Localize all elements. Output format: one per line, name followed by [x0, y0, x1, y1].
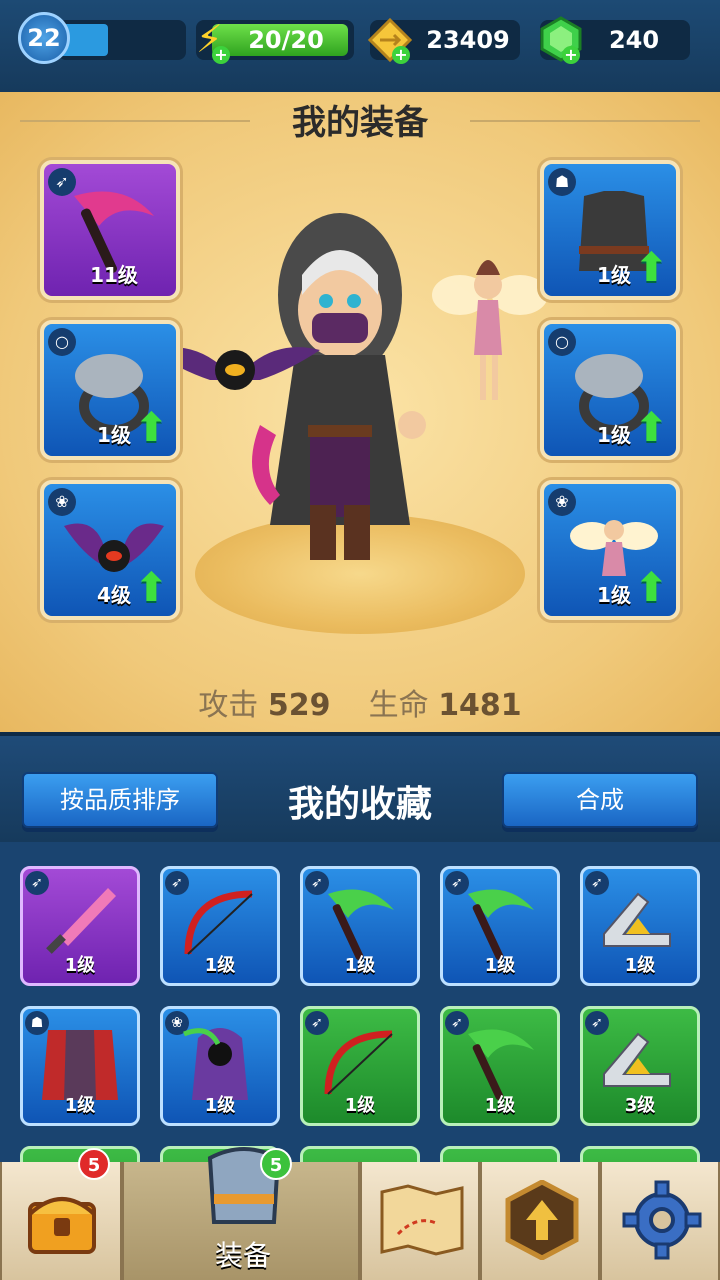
collection-item[interactable]: ➶ 1级: [440, 866, 560, 986]
item-level: 1级: [64, 955, 96, 976]
item-level: 1级: [344, 1095, 376, 1116]
item-level: 1级: [204, 955, 236, 976]
equip-slot-ring-2[interactable]: ○ 1级 ⬆: [540, 320, 680, 460]
slot-level: 11级: [90, 263, 138, 287]
gold-add-icon[interactable]: +: [392, 46, 410, 64]
equip-slot-ring-1[interactable]: ○ 1级 ⬆: [40, 320, 180, 460]
attack-value: 529: [267, 688, 331, 723]
top-status-bar: 22 20/20 ⚡ + 23409 + 240 +: [0, 0, 720, 92]
chest-icon: [26, 1184, 98, 1256]
equip-slot-weapon[interactable]: ➶ 11级: [40, 160, 180, 300]
map-icon: [378, 1184, 466, 1256]
upgrade-arrow-icon: ⬆: [634, 565, 668, 611]
collection-item[interactable]: ➶ 1级: [300, 866, 420, 986]
upgrade-arrow-icon: ⬆: [134, 405, 168, 451]
item-level: 1级: [344, 955, 376, 976]
gem-add-icon[interactable]: +: [562, 46, 580, 64]
chest-badge: 5: [78, 1148, 110, 1180]
nav-upgrade[interactable]: [480, 1162, 600, 1280]
collection-item[interactable]: ➶ 1级: [160, 866, 280, 986]
collection-item[interactable]: [580, 1146, 700, 1162]
item-level: 1级: [484, 955, 516, 976]
item-level: 1级: [64, 1095, 96, 1116]
item-level: 1级: [624, 955, 656, 976]
hero-stats: 攻击 529 生命 1481: [0, 680, 720, 724]
hp-label: 生命: [368, 688, 429, 723]
equipment-title: 我的装备: [292, 103, 428, 143]
collection-item[interactable]: ➶ 1级: [440, 1006, 560, 1126]
bottom-nav: 5 5 装备: [0, 1147, 720, 1280]
item-level: 3级: [624, 1095, 656, 1116]
collection-title: 我的收藏: [287, 784, 432, 825]
nav-map[interactable]: [360, 1162, 480, 1280]
equip-slot-pet-1[interactable]: ❀ 4级 ⬆: [40, 480, 180, 620]
player-level-badge[interactable]: 22: [18, 12, 70, 64]
upgrade-arrow-icon: ⬆: [634, 245, 668, 291]
attack-label: 攻击: [198, 688, 259, 723]
gold-value: 23409: [426, 26, 510, 54]
collection-item[interactable]: ➶ 1级: [580, 866, 700, 986]
fuse-button[interactable]: 合成: [502, 772, 698, 828]
fairy-pet-figure: [430, 245, 550, 415]
energy-value: 20/20: [248, 26, 324, 54]
nav-settings[interactable]: [600, 1162, 720, 1280]
item-level: 1级: [484, 1095, 516, 1116]
equip-slot-armor[interactable]: ☗ 1级 ⬆: [540, 160, 680, 300]
equipment-badge: 5: [260, 1148, 292, 1180]
hp-value: 1481: [438, 688, 522, 723]
collection-item[interactable]: [300, 1146, 420, 1162]
equip-slot-pet-2[interactable]: ❀ 1级 ⬆: [540, 480, 680, 620]
upgrade-icon: [504, 1179, 580, 1261]
nav-chest[interactable]: 5: [0, 1148, 122, 1280]
collection-item[interactable]: ➶ 1级: [300, 1006, 420, 1126]
collection-item[interactable]: ☗ 1级: [20, 1006, 140, 1126]
xp-bar: [58, 20, 186, 60]
nav-equipment[interactable]: 5 装备: [122, 1147, 360, 1280]
collection-item[interactable]: ❀ 1级: [160, 1006, 280, 1126]
gem-value: 240: [608, 26, 660, 54]
item-level: 1级: [204, 1095, 236, 1116]
collection-item[interactable]: ➶ 3级: [580, 1006, 700, 1126]
upgrade-arrow-icon: ⬆: [134, 565, 168, 611]
sort-by-quality-button[interactable]: 按品质排序: [22, 772, 218, 828]
collection-item[interactable]: ➶ 1级: [20, 866, 140, 986]
equipment-nav-label: 装备: [214, 1239, 271, 1272]
collection-grid: ➶ 1级 ➶ 1级 ➶ 1级 ➶ 1级 ➶ 1级 ☗ 1级 ❀ 1级 ➶ 1级 ➶ 1级 ➶ 3级: [0, 842, 720, 1162]
gear-icon: [622, 1180, 702, 1260]
energy-add-icon[interactable]: +: [212, 46, 230, 64]
collection-item[interactable]: [440, 1146, 560, 1162]
upgrade-arrow-icon: ⬆: [634, 405, 668, 451]
